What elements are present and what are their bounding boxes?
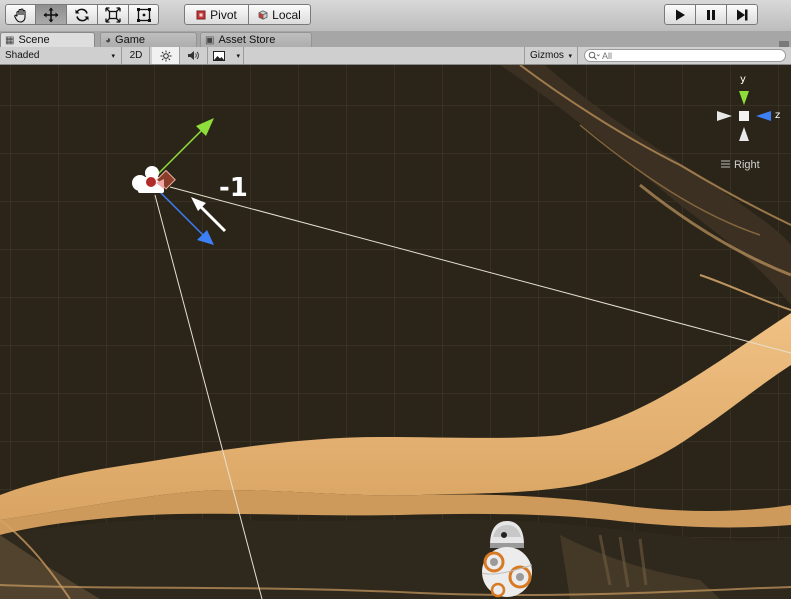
gizmo-y-label: y	[740, 74, 746, 85]
scene-effects-dropdown[interactable]: ▾	[208, 47, 244, 64]
step-forward-icon	[737, 9, 748, 20]
tab-scene-label: Scene	[18, 34, 50, 46]
pause-button[interactable]	[695, 4, 727, 25]
hand-icon	[13, 7, 26, 23]
rotate-icon	[75, 8, 89, 21]
rect-tool-button[interactable]	[128, 4, 159, 25]
dropdown-arrow-icon: ▾	[236, 52, 240, 60]
tab-asset-store[interactable]: ▣ Asset Store	[200, 32, 312, 47]
tab-menu-button[interactable]	[779, 38, 789, 47]
step-button[interactable]	[726, 4, 758, 25]
gizmo-z-label: z	[775, 110, 781, 121]
play-button[interactable]	[664, 4, 696, 25]
scene-search-field[interactable]	[584, 49, 786, 62]
store-bag-icon: ▣	[205, 34, 215, 46]
image-effects-icon	[213, 50, 225, 61]
local-toggle-button[interactable]: Local	[248, 4, 311, 25]
scene-lighting-toggle[interactable]	[152, 47, 180, 64]
sun-lighting-icon	[160, 50, 171, 61]
move-tool-button[interactable]	[35, 4, 67, 25]
scale-icon	[105, 6, 121, 23]
transform-tools	[5, 4, 159, 25]
scene-audio-toggle[interactable]	[180, 47, 208, 64]
tab-game-label: Game	[115, 34, 146, 46]
window-tab-bar: ▦ Scene ◕ Game ▣ Asset Store	[0, 31, 791, 47]
play-icon	[676, 9, 685, 20]
hand-tool-button[interactable]	[5, 4, 36, 25]
pivot-icon	[196, 10, 206, 19]
scale-tool-button[interactable]	[97, 4, 129, 25]
view-orientation-label[interactable]: Right	[734, 159, 760, 171]
tab-scene[interactable]: ▦ Scene	[0, 32, 95, 47]
scene-canvas	[0, 65, 791, 599]
2d-mode-button[interactable]: 2D	[123, 47, 150, 64]
tab-asset-store-label: Asset Store	[218, 34, 276, 46]
local-label: Local	[272, 7, 301, 22]
local-cube-icon	[258, 9, 268, 20]
scene-toolbar: Shaded ▾ 2D ▾ Gizmos ▾	[0, 47, 791, 65]
shading-mode-label: Shaded	[5, 50, 40, 61]
dropdown-arrow-icon: ▾	[568, 52, 572, 60]
shading-mode-dropdown[interactable]: Shaded ▾	[0, 47, 122, 64]
search-icon	[588, 51, 600, 60]
rotate-tool-button[interactable]	[66, 4, 98, 25]
game-pacman-icon: ◕	[105, 34, 112, 46]
pivot-local-toggles: Pivot Local	[184, 4, 311, 25]
playback-controls	[664, 4, 758, 25]
speaker-audio-icon	[188, 51, 199, 60]
pause-icon	[707, 9, 715, 20]
scene-grid-icon: ▦	[5, 34, 15, 46]
tab-game[interactable]: ◕ Game	[100, 32, 197, 47]
dropdown-arrow-icon: ▾	[111, 52, 115, 60]
gizmos-label: Gizmos	[530, 50, 564, 61]
main-toolbar: Pivot Local	[0, 0, 791, 32]
gizmo-center-cube[interactable]	[739, 111, 749, 121]
pivot-label: Pivot	[210, 7, 237, 22]
scene-view[interactable]: -1 y z Right	[0, 65, 791, 599]
gizmos-dropdown[interactable]: Gizmos ▾	[524, 47, 578, 64]
rect-transform-icon	[136, 7, 151, 22]
search-input[interactable]	[602, 50, 772, 61]
pivot-toggle-button[interactable]: Pivot	[184, 4, 249, 25]
move-arrows-icon	[43, 7, 59, 22]
annotation-value: -1	[219, 173, 248, 203]
2d-mode-label: 2D	[129, 50, 143, 61]
